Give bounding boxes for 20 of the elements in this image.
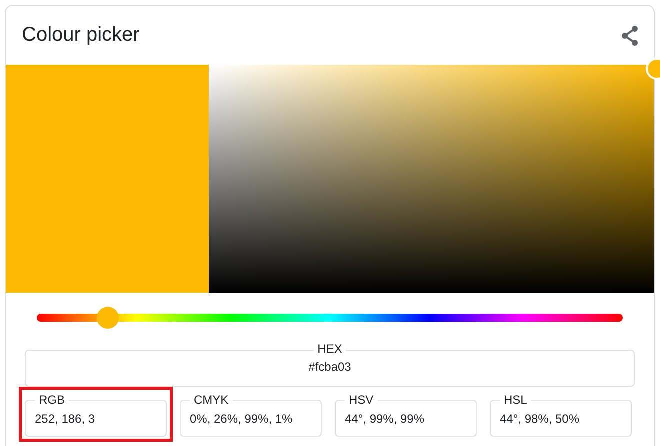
field-label: RGB [35, 393, 70, 407]
field-value: 44°, 99%, 99% [345, 412, 425, 426]
card-title: Colour picker [22, 24, 140, 47]
field-value: 44°, 98%, 50% [500, 412, 580, 426]
slider-thumb[interactable] [97, 307, 120, 329]
colour-value-field[interactable]: RGB 252, 186, 3 [25, 392, 167, 437]
field-label: HSL [500, 393, 532, 407]
field-value: 0%, 26%, 99%, 1% [190, 412, 293, 426]
colour-value-field[interactable]: HSV 44°, 99%, 99% [335, 392, 477, 437]
field-value: #fcba03 [308, 360, 352, 374]
share-icon[interactable] [620, 24, 640, 46]
saturation-value-area[interactable] [209, 65, 654, 293]
colour-value-field[interactable]: HSL 44°, 98%, 50% [490, 392, 632, 437]
hex-field[interactable]: HEX #fcba03 [25, 342, 635, 387]
field-label: HEX [314, 342, 346, 356]
field-label: HSV [345, 393, 378, 407]
hue-slider[interactable] [37, 307, 623, 329]
field-label: CMYK [190, 393, 233, 407]
colour-value-field[interactable]: CMYK 0%, 26%, 99%, 1% [180, 392, 322, 437]
field-value: 252, 186, 3 [35, 412, 96, 426]
